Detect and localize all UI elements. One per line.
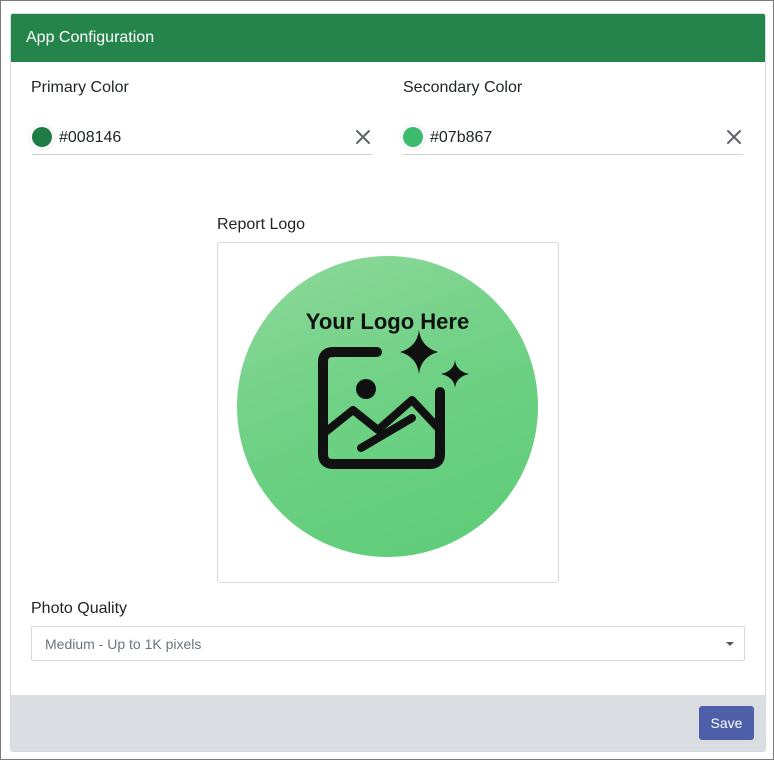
- save-button[interactable]: Save: [699, 706, 754, 740]
- secondary-color-label: Secondary Color: [403, 79, 523, 96]
- photo-quality-select[interactable]: Medium - Up to 1K pixels: [31, 626, 745, 661]
- close-icon[interactable]: [354, 128, 372, 146]
- logo-placeholder: Your Logo Here: [237, 256, 538, 557]
- photo-quality-label: Photo Quality: [31, 600, 128, 617]
- window-frame: App Configuration Primary Color #008146 …: [0, 0, 774, 760]
- image-sparkle-icon: [317, 330, 472, 485]
- primary-color-swatch[interactable]: [32, 127, 52, 147]
- report-logo-label: Report Logo: [217, 216, 306, 233]
- secondary-color-value[interactable]: #07b867: [430, 128, 492, 148]
- secondary-color-field[interactable]: #07b867: [403, 122, 743, 155]
- primary-color-label: Primary Color: [31, 79, 129, 96]
- card-title: App Configuration: [26, 29, 155, 46]
- primary-color-value[interactable]: #008146: [59, 128, 121, 148]
- chevron-down-icon: [726, 642, 734, 646]
- app-configuration-card: App Configuration Primary Color #008146 …: [10, 13, 766, 752]
- card-header: App Configuration: [11, 14, 765, 62]
- photo-quality-selected: Medium - Up to 1K pixels: [45, 636, 202, 652]
- secondary-color-swatch[interactable]: [403, 127, 423, 147]
- close-icon[interactable]: [725, 128, 743, 146]
- card-footer: [11, 695, 765, 751]
- report-logo-upload[interactable]: Your Logo Here: [217, 242, 559, 583]
- primary-color-field[interactable]: #008146: [32, 122, 372, 155]
